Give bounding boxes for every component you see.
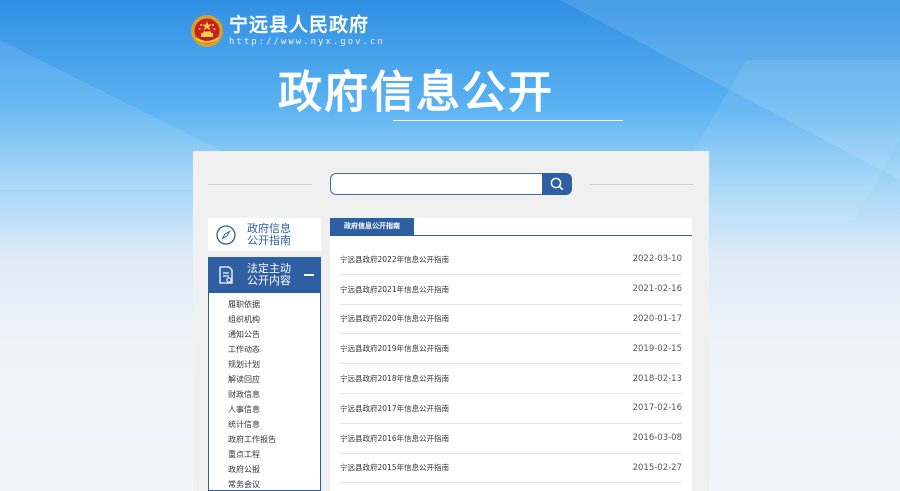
title-underline [393, 120, 623, 121]
list-item-title[interactable]: 宁远县政府2015年信息公开指南 [340, 462, 449, 473]
document-icon [219, 266, 233, 284]
page-title: 政府信息公开 [278, 67, 554, 118]
sidebar-subitem[interactable]: 履职依据 [209, 297, 320, 312]
main-panel: 政府信息 公开指南 法定主动 公开内容 履职依据 组织机构 通知公告 工作动态 … [193, 151, 709, 491]
sidebar-subitem[interactable]: 规划计划 [209, 357, 320, 372]
search-button[interactable] [542, 173, 572, 195]
sidebar-subitem[interactable]: 组织机构 [209, 312, 320, 327]
list-item-date: 2017-02-16 [632, 403, 682, 414]
content-list: 政府信息公开指南 宁远县政府2022年信息公开指南 2022-03-10 宁远县… [330, 218, 692, 491]
search-input[interactable] [330, 173, 542, 195]
sidebar-submenu: 履职依据 组织机构 通知公告 工作动态 规划计划 解读回应 财政信息 人事信息 … [208, 293, 321, 491]
list-item[interactable]: 宁远县政府2020年信息公开指南 2020-01-17 [340, 305, 682, 335]
list-item-date: 2018-02-13 [632, 373, 682, 384]
list-item[interactable]: 宁远县政府2021年信息公开指南 2021-02-16 [340, 275, 682, 305]
divider [208, 184, 312, 185]
sidebar-subitem[interactable]: 解读回应 [209, 372, 320, 387]
list-item[interactable]: 宁远县政府2015年信息公开指南 2015-02-27 [340, 454, 682, 484]
sidebar-subitem[interactable]: 工作动态 [209, 342, 320, 357]
list-item-date: 2020-01-17 [632, 313, 682, 324]
search-bar [330, 173, 572, 195]
sidebar-subitem[interactable]: 财政信息 [209, 387, 320, 402]
list-item[interactable]: 宁远县政府2017年信息公开指南 2017-02-16 [340, 394, 682, 424]
list-item-date: 2022-03-10 [632, 254, 682, 265]
list-item-title[interactable]: 宁远县政府2018年信息公开指南 [340, 373, 449, 384]
sidebar-subitem[interactable]: 人事信息 [209, 402, 320, 417]
sidebar-item-label: 公开内容 [247, 274, 291, 287]
sidebar-subitem[interactable]: 统计信息 [209, 417, 320, 432]
list-item-title[interactable]: 宁远县政府2017年信息公开指南 [340, 403, 449, 414]
list-item[interactable]: 宁远县政府2022年信息公开指南 2022-03-10 [340, 245, 682, 275]
sidebar-item-guide[interactable]: 政府信息 公开指南 [208, 218, 321, 251]
sidebar-subitem[interactable]: 政府公报 [209, 462, 320, 477]
tab-underline [330, 235, 692, 236]
site-url: http://www.nyx.gov.cn [229, 37, 385, 47]
list-item-date: 2021-02-16 [632, 284, 682, 295]
site-logo[interactable]: 宁远县人民政府 http://www.nyx.gov.cn [190, 14, 385, 48]
collapse-icon[interactable] [304, 274, 314, 276]
site-name: 宁远县人民政府 [229, 14, 370, 36]
sidebar-subitem[interactable]: 政府工作报告 [209, 432, 320, 447]
list-item-title[interactable]: 宁远县政府2020年信息公开指南 [340, 313, 449, 324]
divider [589, 184, 693, 185]
list-item[interactable]: 宁远县政府2019年信息公开指南 2019-02-15 [340, 334, 682, 365]
list-item-date: 2016-03-08 [632, 433, 682, 444]
compass-icon [216, 224, 236, 245]
list-item-title[interactable]: 宁远县政府2021年信息公开指南 [340, 284, 449, 295]
list-item[interactable]: 宁远县政府2016年信息公开指南 2016-03-08 [340, 424, 682, 454]
sidebar-item-label: 公开指南 [247, 233, 291, 247]
sidebar-subitem[interactable]: 通知公告 [209, 327, 320, 342]
list-item-title[interactable]: 宁远县政府2019年信息公开指南 [340, 343, 449, 354]
list-item-date: 2015-02-27 [632, 462, 682, 473]
sidebar-item-label: 政府信息 [247, 221, 291, 235]
search-icon [550, 177, 564, 191]
sidebar-subitem[interactable]: 常务会议 [209, 477, 320, 491]
list-item-title[interactable]: 宁远县政府2016年信息公开指南 [340, 433, 449, 444]
sidebar-item-mandatory-disclosure[interactable]: 法定主动 公开内容 [208, 257, 321, 293]
national-emblem-icon [190, 14, 224, 48]
list-item-title[interactable]: 宁远县政府2022年信息公开指南 [340, 254, 449, 265]
tab-disclosure-guide[interactable]: 政府信息公开指南 [330, 218, 414, 235]
list-item[interactable]: 宁远县政府2018年信息公开指南 2018-02-13 [340, 364, 682, 394]
list-item-date: 2019-02-15 [632, 343, 682, 354]
sidebar-subitem[interactable]: 重点工程 [209, 447, 320, 462]
